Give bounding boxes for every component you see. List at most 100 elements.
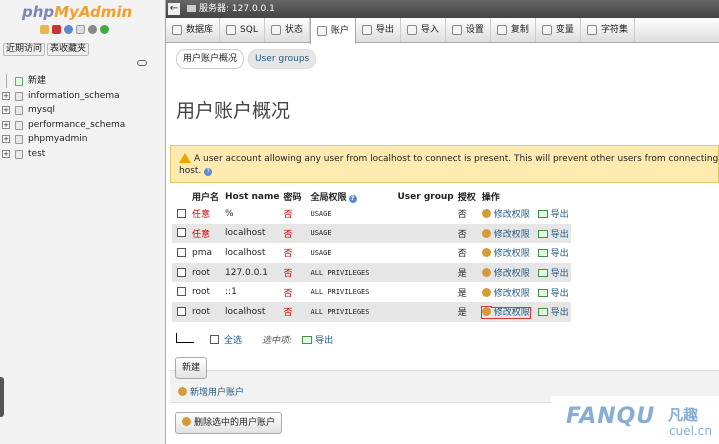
export-link[interactable]: 导出 [537, 269, 569, 279]
cell-user: root [190, 262, 223, 283]
cell-grant: 否 [455, 243, 480, 263]
column-header-password[interactable]: 密码 [281, 189, 309, 204]
phpmyadmin-logo[interactable]: phpMyAdmin [22, 3, 132, 21]
resize-handle[interactable] [0, 377, 4, 417]
export-icon [537, 229, 548, 238]
tab-sql[interactable]: SQL [220, 18, 265, 42]
link-panel-icon[interactable] [137, 60, 147, 66]
tab-variables[interactable]: 变量 [536, 18, 581, 42]
tab-import[interactable]: 导入 [401, 18, 446, 42]
column-header-global-privileges[interactable]: 全局权限? [308, 189, 384, 204]
tree-item-phpmyadmin[interactable]: + phpmyadmin [0, 132, 166, 147]
column-header-host[interactable]: Host name [223, 189, 282, 204]
help-icon[interactable]: ? [204, 168, 213, 176]
export-link[interactable]: 导出 [537, 210, 569, 220]
database-icon [15, 91, 23, 101]
docs-icon[interactable] [76, 25, 85, 34]
tab-status[interactable]: 状态 [265, 18, 310, 42]
tree-item-performance-schema[interactable]: + performance_schema [0, 118, 166, 133]
global-privileges: USAGE [310, 248, 332, 257]
gear-icon[interactable] [88, 25, 97, 34]
tab-settings[interactable]: 设置 [446, 18, 491, 42]
row-checkbox[interactable] [176, 287, 186, 297]
cell-global-privileges: ALL PRIVILEGES [308, 301, 384, 322]
cell-actions: 修改权限 导出 [479, 243, 571, 263]
expand-icon[interactable]: + [2, 149, 10, 158]
tree-item-mysql[interactable]: + mysql [0, 103, 166, 118]
check-all-checkbox[interactable] [210, 335, 219, 344]
server-breadcrumb[interactable]: 服务器: 127.0.0.1 [187, 0, 275, 18]
tree-line [6, 74, 7, 88]
export-link[interactable]: 导出 [537, 229, 569, 240]
new-button[interactable]: 新建 [175, 357, 208, 379]
edit-privileges-link[interactable]: 修改权限 [481, 209, 530, 220]
column-header-user[interactable]: 用户名 [190, 189, 223, 204]
row-checkbox[interactable] [176, 228, 186, 238]
subtab-user-groups[interactable]: User groups [248, 49, 317, 69]
export-link[interactable]: 导出 [537, 288, 569, 299]
user-name: 任意 [192, 229, 211, 240]
cell-password: 否 [281, 282, 309, 302]
expand-icon[interactable]: + [2, 120, 10, 129]
grant-status: 是 [457, 288, 467, 299]
export-icon [537, 308, 548, 317]
cell-grant: 否 [455, 204, 480, 224]
help-icon[interactable]: ? [348, 195, 357, 203]
tab-export[interactable]: 导出 [356, 18, 401, 42]
edit-privileges-link[interactable]: 修改权限 [481, 268, 530, 279]
delete-selected-label: 删除选中的用户账户 [194, 418, 276, 428]
export-link[interactable]: 导出 [537, 308, 569, 318]
tab-label: 导入 [420, 25, 439, 35]
cell-actions: 修改权限 导出 [479, 262, 571, 283]
edit-privileges-link[interactable]: 修改权限 [480, 307, 531, 320]
add-user-link[interactable]: 新增用户账户 [178, 385, 244, 398]
favorites-tab[interactable]: 表收藏夹 [47, 43, 90, 56]
export-link[interactable]: 导出 [537, 249, 569, 259]
check-all-link[interactable]: 全选 [224, 333, 242, 346]
export-selected-link[interactable]: 导出 [302, 333, 333, 346]
edit-privileges-link[interactable]: 修改权限 [481, 248, 530, 259]
column-header-action: 操作 [479, 189, 571, 204]
tab-label: 复制 [510, 25, 529, 35]
navigation-panel: phpMyAdmin 近期访问 表收藏夹 新建 + information_sc… [0, 0, 166, 444]
password-status: 否 [283, 269, 293, 280]
export-icon [361, 25, 372, 35]
expand-icon[interactable]: + [2, 91, 10, 100]
reload-icon[interactable] [100, 25, 109, 34]
home-icon[interactable] [40, 25, 49, 34]
tree-item-new[interactable]: 新建 [0, 74, 166, 89]
grant-status: 是 [457, 269, 467, 280]
row-checkbox[interactable] [176, 208, 186, 218]
cell-host: localhost [223, 301, 282, 322]
edit-privileges-label: 修改权限 [493, 229, 530, 240]
edit-privileges-link[interactable]: 修改权限 [481, 287, 530, 299]
expand-icon[interactable]: + [2, 135, 10, 144]
notice-text: A user account allowing any user from lo… [194, 154, 719, 164]
tab-databases[interactable]: 数据库 [166, 18, 221, 42]
expand-icon[interactable]: + [2, 106, 10, 115]
row-checkbox[interactable] [176, 267, 186, 277]
user-name: root [192, 267, 211, 278]
recent-tab[interactable]: 近期访问 [3, 43, 46, 56]
row-checkbox[interactable] [176, 247, 186, 257]
logo-myadmin-text: MyAdmin [54, 3, 133, 21]
collapse-arrow-icon[interactable]: ← [168, 3, 180, 15]
delete-selected-users-button[interactable]: 删除选中的用户账户 [175, 412, 283, 434]
column-header-grant[interactable]: 授权 [455, 189, 480, 204]
tab-replication[interactable]: 复制 [491, 18, 536, 42]
row-checkbox[interactable] [176, 306, 186, 316]
global-privileges: USAGE [310, 209, 332, 218]
table-row: 任意 % 否 USAGE 否 修改权限 导出 [172, 204, 571, 224]
user-name: root [192, 287, 211, 298]
edit-privileges-link[interactable]: 修改权限 [481, 228, 530, 240]
cell-user-group [383, 243, 456, 263]
tree-item-test[interactable]: + test [0, 147, 166, 162]
tab-charsets[interactable]: 字符集 [581, 18, 635, 42]
tree-item-information-schema[interactable]: + information_schema [0, 89, 166, 104]
subtab-overview[interactable]: 用户账户概况 [176, 49, 245, 69]
tab-accounts[interactable]: 账户 [309, 18, 356, 44]
help-icon[interactable] [64, 25, 73, 34]
logout-icon[interactable] [52, 25, 61, 34]
password-status: 否 [283, 288, 293, 299]
column-header-user-group[interactable]: User group [383, 189, 456, 204]
